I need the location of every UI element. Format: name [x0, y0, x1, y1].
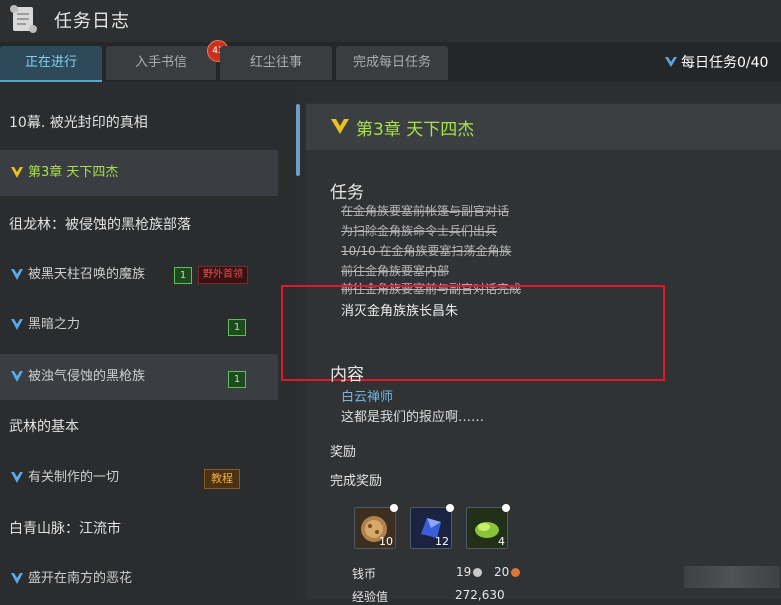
- quest-category-label: 武林的基本: [9, 419, 79, 435]
- quest-chevron-icon: [11, 472, 23, 483]
- quest-category-item[interactable]: 白青山脉：江流市: [0, 506, 278, 552]
- quest-list-scrollbar[interactable]: [296, 104, 300, 176]
- completed-task-line: 10/10 在金角族要塞扫荡金角族: [341, 244, 512, 258]
- field-boss-tag: 野外首领: [198, 266, 248, 284]
- quest-item[interactable]: 黑暗之力 1: [0, 302, 278, 348]
- quest-category-label: 10幕. 被光封印的真相: [9, 115, 148, 131]
- quest-category-item[interactable]: 武林的基本: [0, 404, 278, 450]
- reward-item-slot[interactable]: 10: [354, 504, 398, 549]
- reward-item-indicator: [390, 504, 398, 512]
- quest-category-item[interactable]: 徂龙林：被侵蚀的黑枪族部落: [0, 202, 278, 248]
- reward-heading: 奖励: [330, 445, 357, 460]
- content-heading: 内容: [330, 365, 364, 385]
- reward-item-count: 10: [379, 535, 393, 548]
- task-heading: 任务: [330, 183, 364, 203]
- quest-item[interactable]: 盛开在南方的恶花: [0, 556, 278, 602]
- tab-daily-completed[interactable]: 完成每日任务: [336, 46, 448, 80]
- reward-item-indicator: [502, 504, 510, 512]
- exp-value: 272,630: [455, 588, 505, 602]
- money-copper-value: 20: [494, 565, 510, 579]
- quest-chevron-icon: [11, 573, 23, 584]
- completed-task-line: 为扫除金角族命令士兵们出兵: [341, 224, 498, 238]
- chapter-chevron-icon: [11, 167, 23, 178]
- quest-chevron-icon: [11, 269, 23, 280]
- quest-chevron-icon: [11, 371, 23, 382]
- npc-name[interactable]: 白云禅师: [341, 386, 393, 405]
- quest-label: 被浊气侵蚀的黑枪族: [28, 369, 146, 384]
- copper-coin-icon: [511, 568, 521, 577]
- chapter-title: 第3章 天下四杰: [356, 120, 475, 140]
- money-silver-value: 19: [456, 565, 472, 579]
- quest-label: 盛开在南方的恶花: [28, 571, 133, 586]
- blurred-watermark: [684, 566, 780, 588]
- daily-quest-icon: [664, 55, 678, 69]
- exp-label: 经验值: [352, 590, 389, 604]
- quest-count-badge: 1: [174, 267, 192, 284]
- window-title: 任务日志: [54, 11, 130, 32]
- quest-count-badge: 1: [228, 319, 246, 336]
- quest-category-label: 徂龙林：被侵蚀的黑枪族部落: [9, 217, 191, 233]
- chapter-chevron-icon: [331, 119, 349, 134]
- daily-quest-label: 每日任务0/40: [681, 55, 769, 71]
- quest-item[interactable]: 被黑天柱召唤的魔族 1 野外首领: [0, 252, 278, 298]
- silver-coin-icon: [473, 568, 483, 577]
- money-copper: 20: [494, 565, 521, 579]
- tutorial-tag: 教程: [204, 469, 240, 489]
- npc-speech: 这都是我们的报应啊……: [341, 410, 485, 425]
- reward-item-slot[interactable]: 12: [410, 504, 454, 549]
- money-silver: 19: [456, 565, 483, 579]
- quest-item-selected[interactable]: 被浊气侵蚀的黑枪族 1: [0, 354, 278, 400]
- quest-category-label: 白青山脉：江流市: [9, 521, 121, 537]
- tab-in-progress[interactable]: 正在进行: [0, 46, 102, 82]
- quest-label: 被黑天柱召唤的魔族: [28, 267, 146, 282]
- quest-label: 黑暗之力: [28, 317, 81, 332]
- tab-letters[interactable]: 入手书信: [106, 46, 216, 80]
- quest-category-item[interactable]: 10幕. 被光封印的真相: [0, 100, 278, 146]
- quest-log-icon: [6, 2, 42, 36]
- quest-label: 有关制作的一切: [28, 470, 120, 485]
- quest-chevron-icon: [11, 319, 23, 330]
- money-label: 钱币: [352, 567, 377, 581]
- reward-item-indicator: [446, 504, 454, 512]
- quest-chapter-item[interactable]: 第3章 天下四杰: [0, 150, 278, 196]
- reward-item-slot[interactable]: 4: [466, 504, 510, 549]
- quest-item[interactable]: 有关制作的一切 教程: [0, 455, 278, 501]
- daily-quest-counter[interactable]: 每日任务0/40: [664, 52, 768, 72]
- completed-task-line: 前往金角族要塞内部: [341, 264, 450, 278]
- reward-item-count: 12: [435, 535, 449, 548]
- tab-past-events[interactable]: 红尘往事: [220, 46, 332, 80]
- quest-count-badge: 1: [228, 371, 246, 388]
- quest-chapter-label: 第3章 天下四杰: [28, 165, 119, 180]
- completion-reward-heading: 完成奖励: [330, 474, 383, 489]
- completed-task-line: 在金角族要塞前帐篷与副官对话: [341, 204, 510, 218]
- reward-item-count: 4: [498, 535, 505, 548]
